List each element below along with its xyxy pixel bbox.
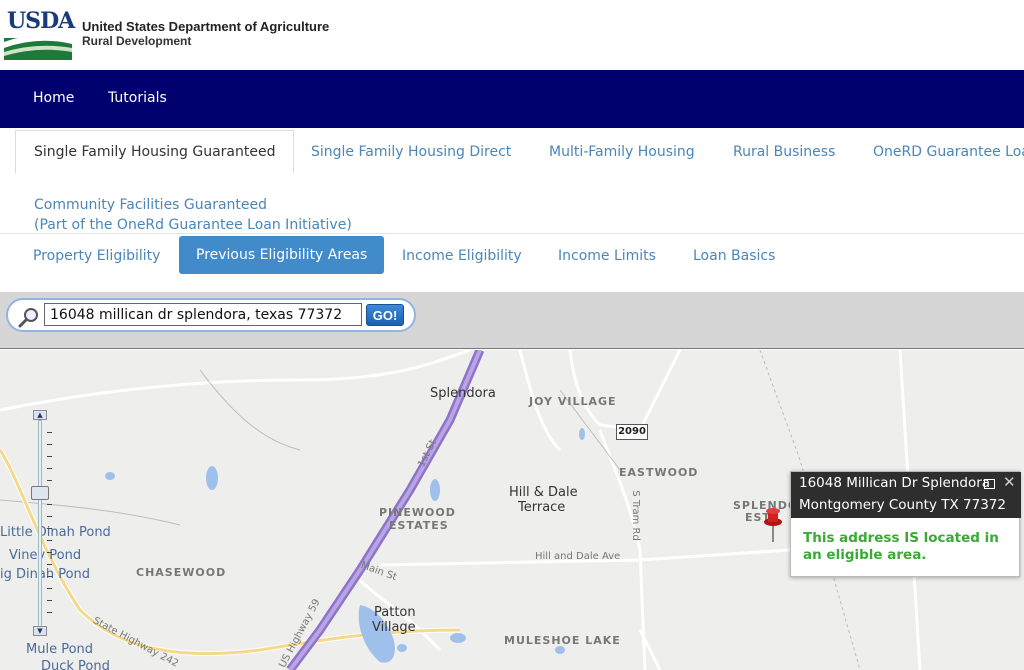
zoom-tick	[47, 468, 52, 469]
tab-rural-business[interactable]: Rural Business	[733, 144, 835, 160]
go-button[interactable]: GO!	[366, 304, 404, 326]
zoom-tick	[47, 504, 52, 505]
search-box: GO!	[6, 298, 416, 332]
maximize-icon[interactable]	[984, 479, 995, 489]
usda-logo-text: USDA	[7, 8, 75, 34]
zoom-tick	[47, 612, 52, 613]
zoom-tick	[47, 480, 52, 481]
map-label-patton: Patton	[374, 605, 416, 620]
zoom-tick	[47, 456, 52, 457]
zoom-tick	[47, 516, 52, 517]
program-tabs: Single Family Housing Guaranteed Single …	[0, 128, 1024, 234]
zoom-tick	[47, 444, 52, 445]
nav-tutorials[interactable]: Tutorials	[108, 90, 167, 106]
popup-county-line: Montgomery County TX 77372	[799, 497, 1006, 513]
search-bar-area: GO!	[0, 292, 1024, 349]
map-label-hill-and-dale-ave: Hill and Dale Ave	[535, 551, 621, 562]
map-label-muleshoe-lake: MULESHOE LAKE	[504, 634, 621, 647]
agency-name: United States Department of Agriculture	[82, 19, 330, 34]
zoom-in-button[interactable]: ▲	[33, 410, 47, 420]
tab-multi-family[interactable]: Multi-Family Housing	[549, 144, 695, 160]
address-search-input[interactable]	[44, 303, 362, 326]
location-pin-icon[interactable]	[762, 507, 784, 543]
map-label-eastwood: EASTWOOD	[619, 466, 699, 479]
map-label-little-dinah-pond: Little Dinah Pond	[0, 525, 111, 540]
map-label-s-tram-rd: S Tram Rd	[629, 490, 641, 541]
zoom-tick	[47, 600, 52, 601]
map-label-pinewood: PINEWOOD	[379, 506, 456, 519]
nav-home[interactable]: Home	[33, 90, 74, 106]
zoom-tick	[47, 432, 52, 433]
cf-tab-line1: Community Facilities Guaranteed	[34, 197, 268, 213]
zoom-track[interactable]	[38, 420, 42, 630]
subtab-loan-basics[interactable]: Loan Basics	[693, 248, 775, 264]
subtab-income-limits[interactable]: Income Limits	[558, 248, 656, 264]
popup-header: 16048 Millican Dr Splendora Montgomery C…	[791, 472, 1021, 518]
map-label-terrace: Terrace	[518, 500, 566, 515]
tab-sfh-direct[interactable]: Single Family Housing Direct	[311, 144, 511, 160]
map-label-hill-dale: Hill & Dale	[509, 485, 578, 500]
zoom-handle[interactable]	[31, 486, 49, 500]
zoom-out-button[interactable]: ▼	[33, 626, 47, 636]
zoom-tick	[47, 528, 52, 529]
zoom-tick	[47, 564, 52, 565]
zoom-tick	[47, 576, 52, 577]
site-header: USDA United States Department of Agricul…	[0, 0, 1024, 70]
main-navbar: Home Tutorials	[0, 70, 1024, 128]
map-label-chasewood: CHASEWOOD	[136, 566, 227, 579]
zoom-slider[interactable]: ▲ ▼	[31, 410, 52, 640]
tab-onerd-guarantee[interactable]: OneRD Guarantee Loa	[873, 144, 1024, 160]
address-info-popup: 16048 Millican Dr Splendora Montgomery C…	[790, 471, 1021, 577]
tab-community-facilities[interactable]: Community Facilities Guaranteed (Part of…	[34, 195, 352, 235]
tab-sfh-guaranteed[interactable]: Single Family Housing Guaranteed	[15, 130, 295, 174]
map-label-joy-village: JOY VILLAGE	[529, 395, 617, 408]
route-2090-shield: 2090	[616, 424, 648, 440]
agency-subtitle: Rural Development	[82, 34, 192, 48]
close-icon[interactable]: ✕	[1003, 473, 1016, 491]
map-label-village: Village	[372, 620, 416, 635]
eligibility-subtabs: Property Eligibility Previous Eligibilit…	[0, 234, 1024, 292]
subtab-income-eligibility[interactable]: Income Eligibility	[402, 248, 522, 264]
zoom-tick	[47, 588, 52, 589]
subtab-property-eligibility[interactable]: Property Eligibility	[33, 248, 160, 264]
eligibility-map[interactable]: Splendora JOY VILLAGE 2090 EASTWOOD Hill…	[0, 350, 1024, 670]
popup-address-line: 16048 Millican Dr Splendora	[799, 475, 989, 491]
search-icon	[18, 308, 38, 328]
zoom-tick	[47, 540, 52, 541]
eligibility-result: This address IS located in an eligible a…	[803, 530, 999, 563]
map-label-mule-pond: Mule Pond	[26, 642, 94, 657]
cf-tab-line2: (Part of the OneRd Guarantee Loan Initia…	[34, 217, 352, 233]
map-label-pinewood-estates: ESTATES	[389, 519, 449, 532]
map-label-duck-pond: Duck Pond	[41, 659, 110, 670]
map-label-splendora: Splendora	[430, 386, 496, 401]
zoom-tick	[47, 552, 52, 553]
subtab-previous-eligibility-areas[interactable]: Previous Eligibility Areas	[179, 236, 385, 274]
